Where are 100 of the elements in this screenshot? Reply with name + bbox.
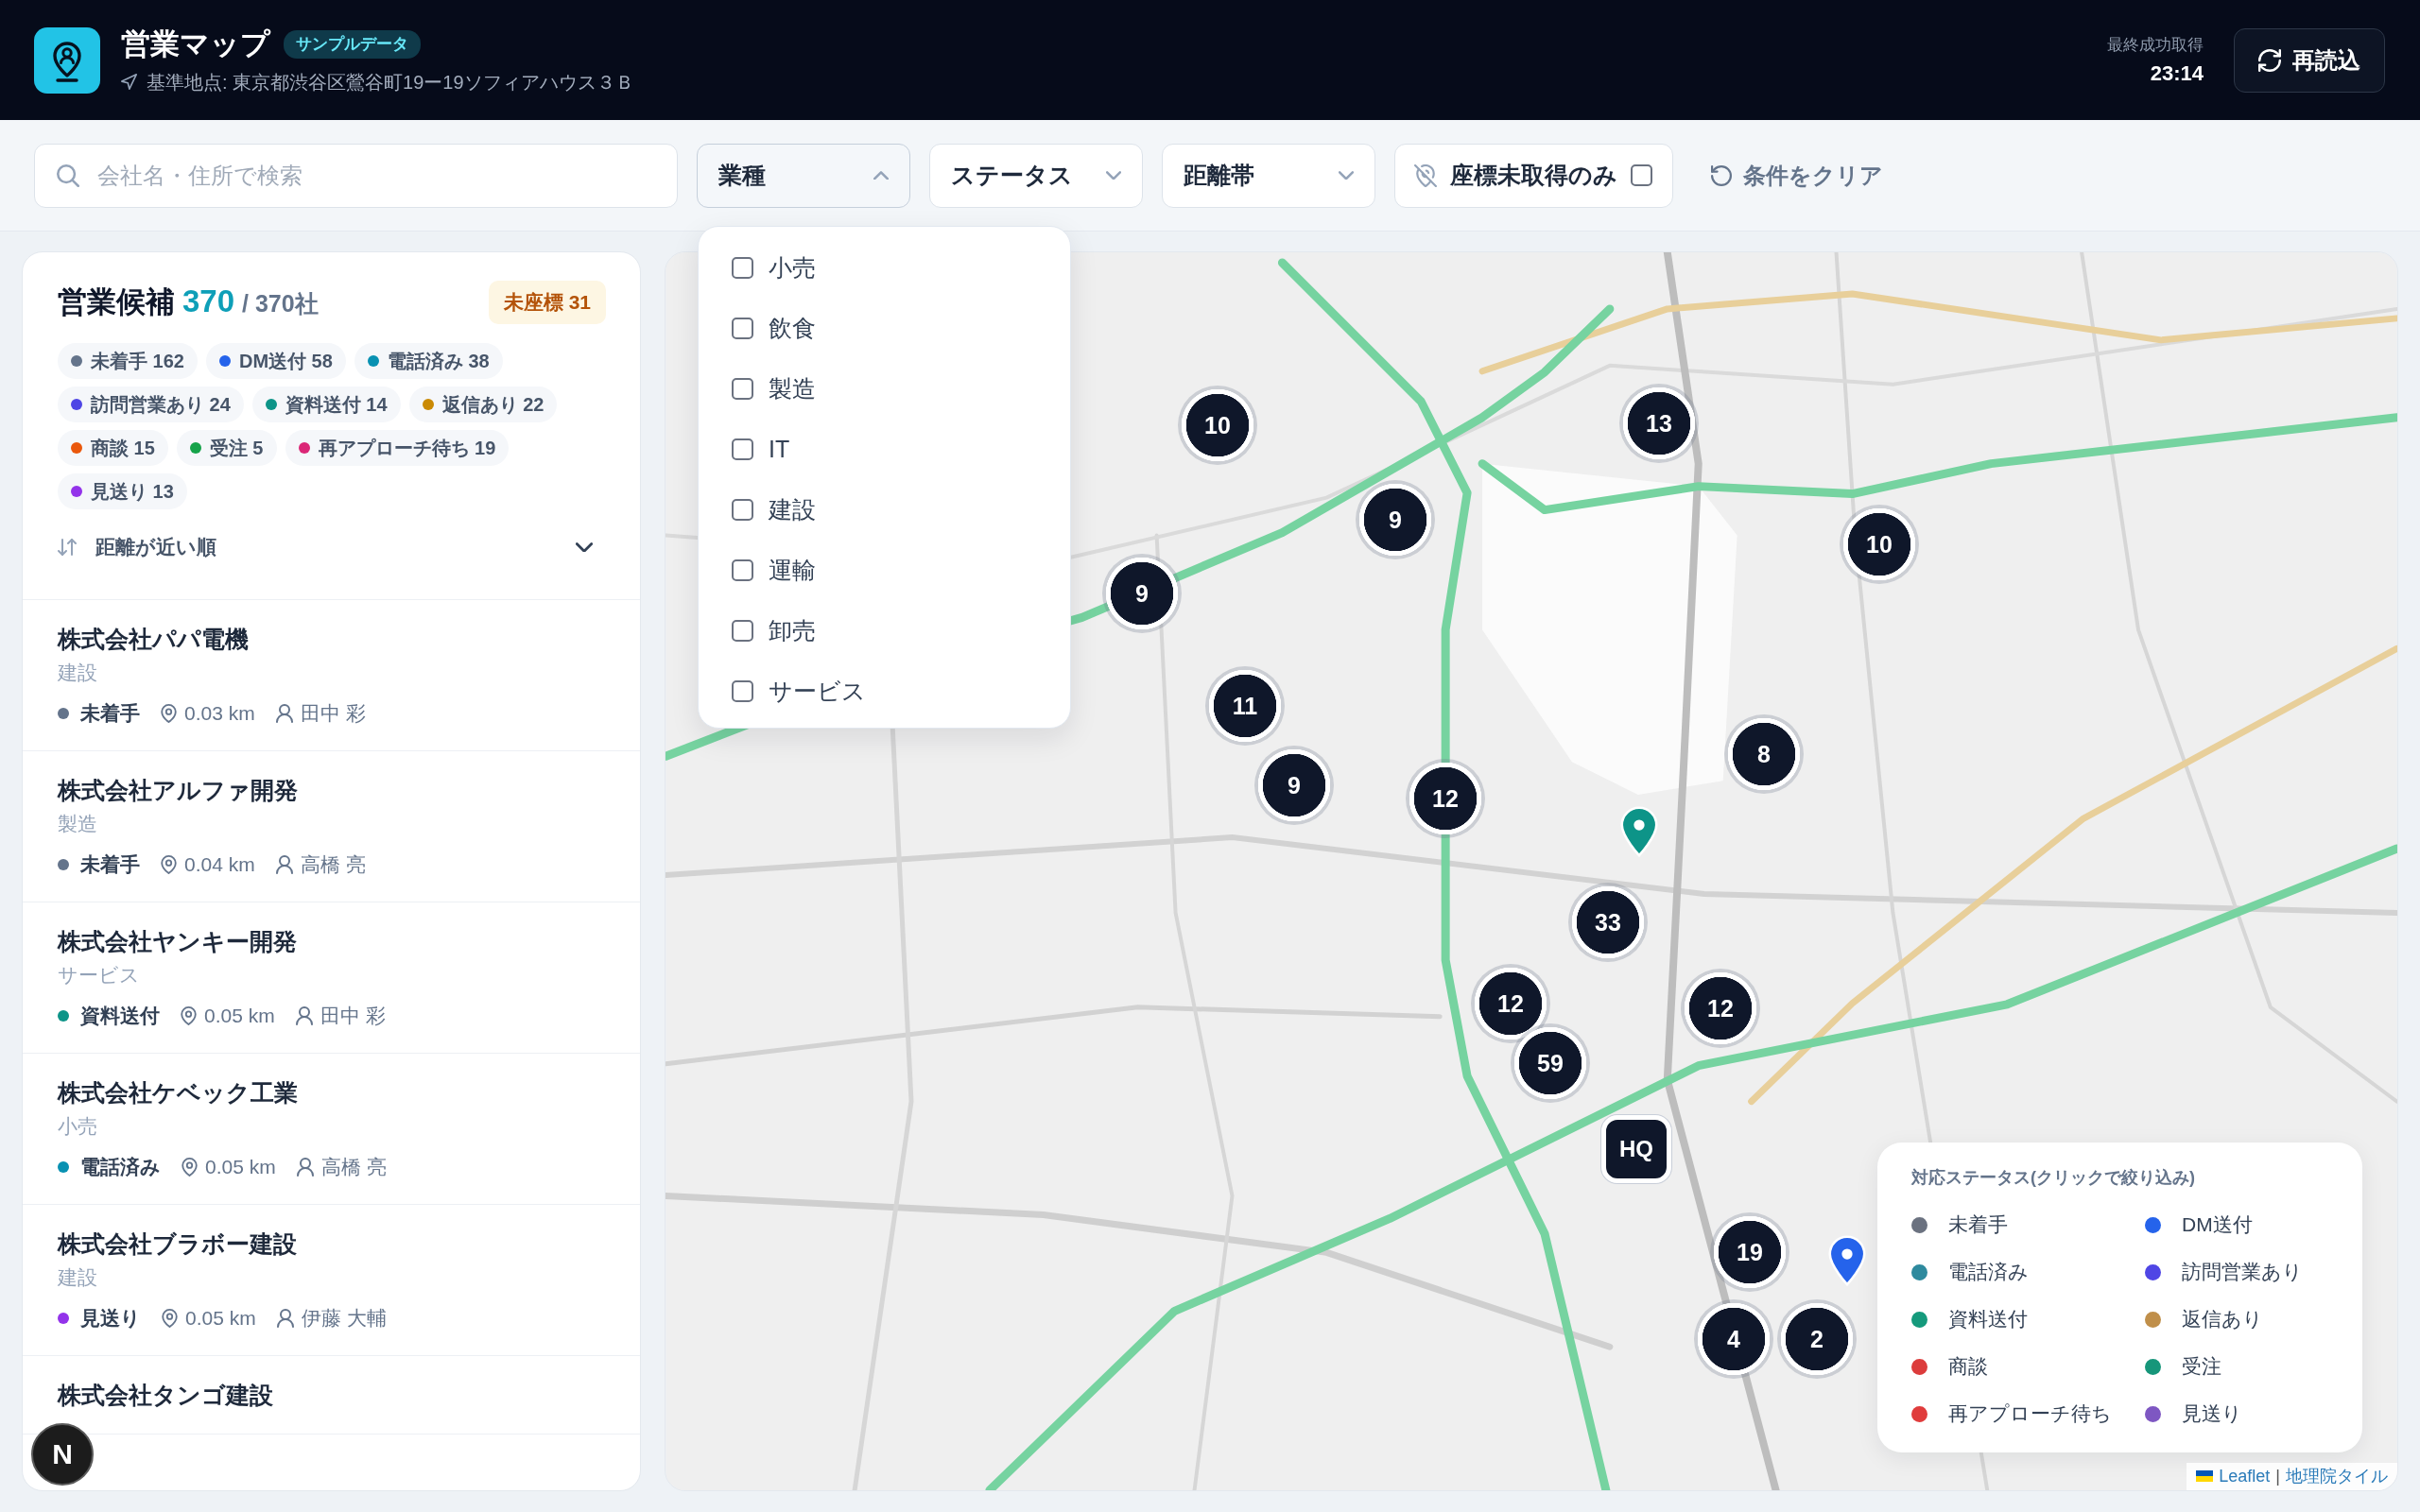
option-label: 飲食 — [769, 314, 816, 343]
company-list-item[interactable]: 株式会社アルファ開発 製造 未着手 0.04 km 高橋 亮 — [23, 751, 640, 902]
menu-option[interactable]: 卸売 — [699, 600, 1070, 662]
legend-item[interactable]: 再アプローチ待ち — [1911, 1400, 2145, 1428]
map-pin-icon[interactable] — [1620, 806, 1658, 857]
distance-text: 0.04 km — [184, 853, 255, 876]
industry-text: 製造 — [58, 812, 98, 836]
person-icon — [276, 1309, 294, 1328]
last-fetch-label: 最終成功取得 — [2107, 34, 2204, 56]
status-count-text: 返信あり 22 — [441, 392, 544, 417]
map-pin-icon[interactable] — [1828, 1235, 1866, 1286]
legend-item[interactable]: 返信あり — [2145, 1305, 2328, 1333]
filter-dropdown[interactable]: ステータス — [929, 143, 1143, 208]
option-label: 製造 — [769, 374, 816, 404]
company-name: 株式会社アルファ開発 — [58, 776, 299, 805]
legend-item[interactable]: 電話済み — [1911, 1258, 2145, 1286]
status-count-text: 商談 15 — [91, 436, 155, 460]
chevron-down-icon — [1339, 170, 1354, 180]
legend-item[interactable]: 商談 — [1911, 1352, 2145, 1381]
distance-text: 0.05 km — [204, 1005, 275, 1027]
user-location-icon — [34, 26, 100, 94]
search-field[interactable]: 会社名・住所で検索 — [34, 143, 678, 208]
checkbox[interactable] — [1631, 164, 1652, 186]
leaflet-link[interactable]: Leaflet — [2219, 1466, 2271, 1486]
legend-item[interactable]: 訪問営業あり — [2145, 1258, 2328, 1286]
hq-marker[interactable]: HQ — [1601, 1115, 1671, 1183]
checkbox[interactable] — [732, 559, 753, 581]
menu-option[interactable]: 建設 — [699, 479, 1070, 541]
filter-dropdown[interactable]: 業種 — [697, 143, 910, 208]
status-count-text: 受注 5 — [209, 436, 264, 460]
rotate-left-icon — [1711, 164, 1732, 186]
person-icon — [296, 1158, 314, 1177]
chevron-down-icon — [1106, 170, 1121, 180]
location-pin-icon — [182, 1158, 198, 1177]
checkbox[interactable] — [732, 378, 753, 400]
location-pin-icon — [162, 1309, 178, 1328]
menu-option[interactable]: IT — [699, 419, 1070, 480]
person-icon — [275, 855, 293, 874]
menu-option[interactable]: 運輸 — [699, 540, 1070, 601]
checkbox[interactable] — [732, 680, 753, 702]
panel-title: 営業候補 — [58, 284, 175, 320]
status-count-text: 未着手 162 — [91, 349, 184, 373]
reload-button[interactable]: 再読込 — [2234, 27, 2385, 93]
company-name: 株式会社ケベック工業 — [58, 1078, 299, 1108]
total-count: / 370社 — [242, 289, 319, 318]
company-name: 株式会社ヤンキー開発 — [58, 927, 298, 956]
location-pin-icon — [181, 1006, 197, 1025]
status-label: 未着手 — [80, 852, 140, 877]
status-label: 未着手 — [80, 701, 140, 726]
distance-text: 0.05 km — [185, 1307, 256, 1330]
clear-filters-button[interactable]: 条件をクリア — [1711, 160, 1883, 191]
industry-text: 建設 — [58, 661, 98, 685]
checkbox[interactable] — [732, 499, 753, 521]
option-label: 建設 — [769, 495, 816, 524]
option-label: 卸売 — [769, 616, 816, 645]
legend-item[interactable]: 資料送付 — [1911, 1305, 2145, 1333]
missing-coords-filter[interactable]: 座標未取得のみ — [1394, 143, 1673, 208]
menu-option[interactable]: サービス — [699, 661, 1070, 722]
location-pin-icon — [161, 704, 177, 723]
company-list-item[interactable]: 株式会社パパ電機 建設 未着手 0.03 km 田中 彩 — [23, 600, 640, 751]
filter-dropdown[interactable]: 距離帯 — [1162, 143, 1375, 208]
option-label: 小売 — [769, 253, 816, 283]
legend-item[interactable]: 未着手 — [1911, 1211, 2145, 1239]
checkbox[interactable] — [732, 257, 753, 279]
checkbox[interactable] — [732, 438, 753, 460]
menu-option[interactable]: 小売 — [699, 237, 1070, 299]
person-icon — [275, 704, 293, 723]
sample-data-badge: サンプルデータ — [284, 29, 421, 59]
tile-source-link[interactable]: 地理院タイル — [2286, 1465, 2388, 1487]
base-location-text: 基準地点: 東京都渋谷区鶯谷町19ー19ソフィアハウス３Ｂ — [147, 70, 634, 94]
company-name: 株式会社タンゴ建設 — [58, 1381, 274, 1410]
refresh-icon — [2258, 48, 2281, 72]
option-label: 運輸 — [769, 556, 816, 585]
flag-icon — [2196, 1470, 2214, 1482]
option-label: IT — [769, 436, 790, 463]
option-label: サービス — [769, 677, 866, 706]
assignee-text: 伊藤 大輔 — [301, 1306, 387, 1331]
legend-title: 対応ステータス(クリックで絞り込み) — [1911, 1167, 2196, 1189]
company-list-item[interactable]: 株式会社ケベック工業 小売 電話済み 0.05 km 高橋 亮 — [23, 1054, 640, 1205]
status-count-text: 訪問営業あり 24 — [91, 392, 231, 417]
checkbox[interactable] — [732, 318, 753, 339]
company-list-item[interactable]: 株式会社ブラボー建設 建設 見送り 0.05 km 伊藤 大輔 — [23, 1205, 640, 1356]
chevron-down-icon — [576, 541, 593, 553]
status-count-text: 電話済み 38 — [387, 349, 490, 373]
company-list-item[interactable]: 株式会社ヤンキー開発 サービス 資料送付 0.05 km 田中 彩 — [23, 902, 640, 1054]
sort-select[interactable]: 距離が近い順 — [58, 528, 606, 566]
candidate-count: 370 — [182, 284, 235, 319]
legend-item[interactable]: 見送り — [2145, 1400, 2328, 1428]
checkbox[interactable] — [732, 620, 753, 642]
industry-text: サービス — [58, 963, 141, 988]
menu-option[interactable]: 製造 — [699, 358, 1070, 420]
status-count-text: DM送付 58 — [238, 349, 333, 373]
legend-item[interactable]: DM送付 — [2145, 1211, 2328, 1239]
assignee-text: 高橋 亮 — [320, 1155, 387, 1179]
status-label: 電話済み — [80, 1155, 161, 1179]
pin-off-icon — [1414, 163, 1437, 187]
legend-item[interactable]: 受注 — [2145, 1352, 2328, 1381]
assignee-text: 高橋 亮 — [300, 852, 366, 877]
menu-option[interactable]: 飲食 — [699, 298, 1070, 359]
sort-label: 距離が近い順 — [95, 535, 217, 559]
